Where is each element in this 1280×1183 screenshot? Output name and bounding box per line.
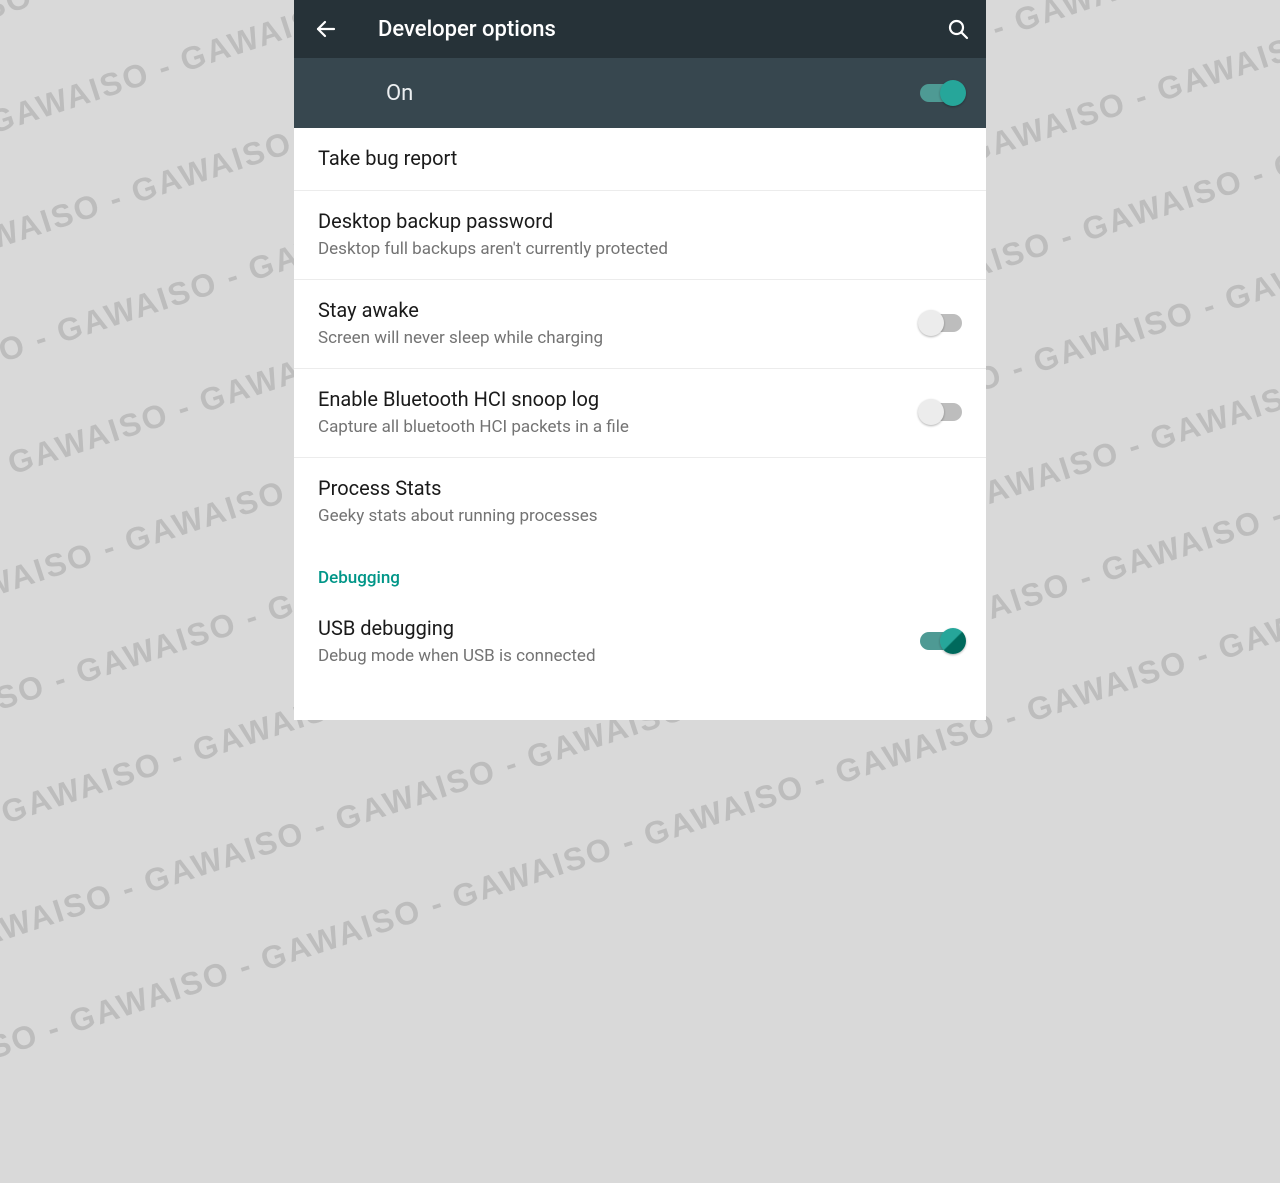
item-title: Enable Bluetooth HCI snoop log [318, 387, 920, 411]
app-bar: Developer options [294, 0, 986, 58]
developer-options-screen: Developer options On Take bug report Des… [294, 0, 986, 720]
item-title: Process Stats [318, 476, 962, 500]
item-title: Desktop backup password [318, 209, 962, 233]
item-subtitle: Debug mode when USB is connected [318, 646, 920, 666]
search-icon [946, 17, 970, 41]
item-stay-awake[interactable]: Stay awake Screen will never sleep while… [294, 280, 986, 369]
toggle-bluetooth-hci-snoop[interactable] [920, 403, 962, 421]
toggle-stay-awake[interactable] [920, 314, 962, 332]
item-subtitle: Capture all bluetooth HCI packets in a f… [318, 417, 920, 437]
back-arrow-icon [314, 17, 338, 41]
item-subtitle: Geeky stats about running processes [318, 506, 962, 526]
item-title: Stay awake [318, 298, 920, 322]
item-bluetooth-hci-snoop[interactable]: Enable Bluetooth HCI snoop log Capture a… [294, 369, 986, 458]
item-subtitle: Screen will never sleep while charging [318, 328, 920, 348]
settings-list: Take bug report Desktop backup password … [294, 128, 986, 688]
item-title: USB debugging [318, 616, 920, 640]
section-header-debugging: Debugging [294, 546, 986, 598]
item-title: Take bug report [318, 146, 962, 170]
item-desktop-backup-password[interactable]: Desktop backup password Desktop full bac… [294, 191, 986, 280]
item-take-bug-report[interactable]: Take bug report [294, 128, 986, 191]
master-toggle-row[interactable]: On [294, 58, 986, 128]
master-toggle-label: On [386, 81, 920, 106]
item-subtitle: Desktop full backups aren't currently pr… [318, 239, 962, 259]
master-toggle[interactable] [920, 84, 962, 102]
item-usb-debugging[interactable]: USB debugging Debug mode when USB is con… [294, 598, 986, 688]
page-title: Developer options [378, 17, 946, 42]
back-button[interactable] [314, 17, 348, 41]
item-process-stats[interactable]: Process Stats Geeky stats about running … [294, 458, 986, 546]
search-button[interactable] [946, 17, 970, 41]
toggle-usb-debugging[interactable] [920, 632, 962, 650]
